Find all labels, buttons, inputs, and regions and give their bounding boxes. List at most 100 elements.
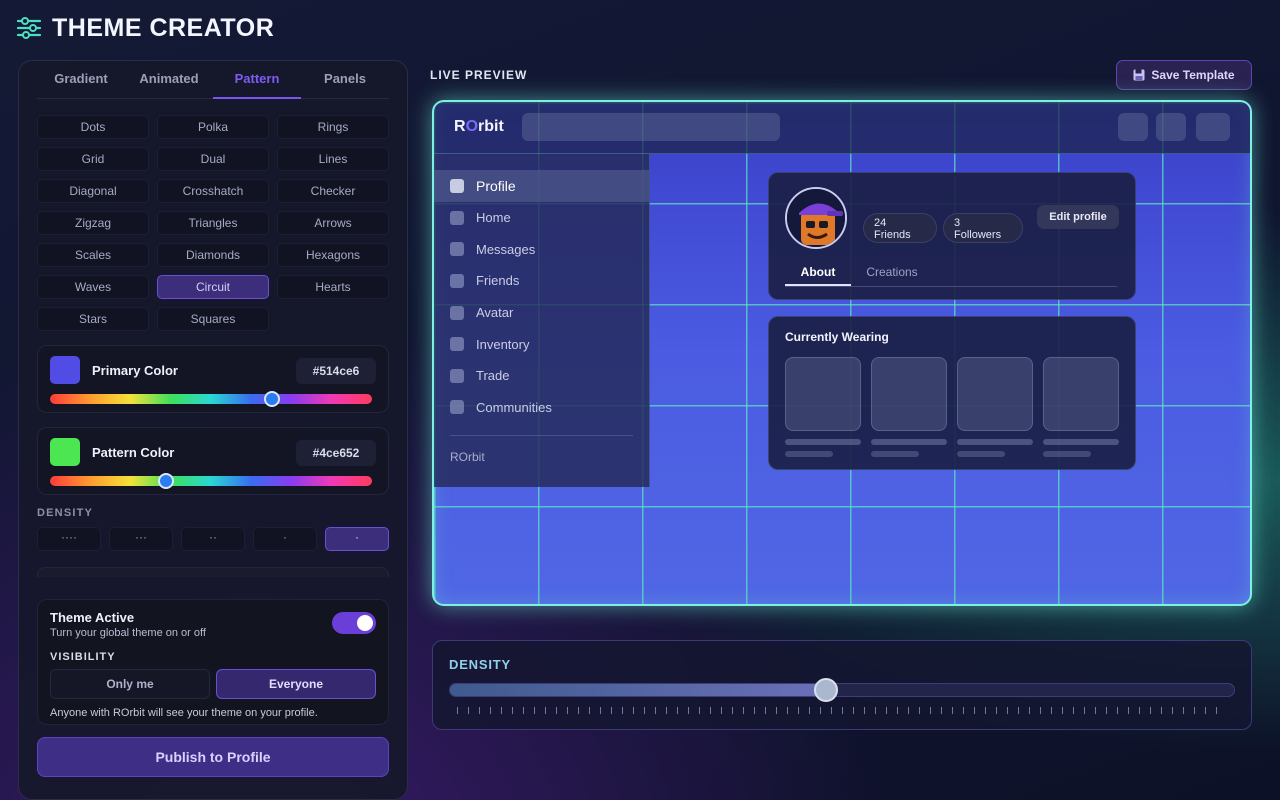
density-slider-label: DENSITY [449,657,511,672]
pattern-polka-button[interactable]: Polka [157,115,269,139]
pattern-color-hex-input[interactable]: #4ce652 [296,440,376,466]
tab-panels[interactable]: Panels [301,61,389,98]
preview-tab-creations: Creations [866,265,918,279]
density-option-5[interactable]: · [325,527,389,551]
pattern-checker-button[interactable]: Checker [277,179,389,203]
publish-to-profile-button[interactable]: Publish to Profile [37,737,389,777]
preview-sidebar-divider [450,435,633,437]
visibility-everyone-button[interactable]: Everyone [216,669,376,699]
theme-settings-panel: Gradient Animated Pattern Panels Dots Po… [18,60,408,800]
pattern-color-card: Pattern Color #4ce652 [37,427,389,495]
nav-icon [450,242,464,257]
pattern-color-swatch[interactable] [50,438,80,466]
primary-color-hex-input[interactable]: #514ce6 [296,358,376,384]
density-options: ···· ··· ·· · · [37,527,389,551]
visibility-label: VISIBILITY [50,651,116,663]
pattern-grid-button[interactable]: Grid [37,147,149,171]
preview-topbar-icon-2 [1156,113,1186,141]
preview-nav-communities: Communities [434,392,649,424]
pattern-hexagons-button[interactable]: Hexagons [277,243,389,267]
visibility-options: Only me Everyone [50,669,376,699]
preview-nav-trade: Trade [434,360,649,392]
density-option-4[interactable]: · [253,527,317,551]
primary-color-card: Primary Color #514ce6 [37,345,389,413]
primary-color-swatch[interactable] [50,356,80,384]
density-option-3[interactable]: ·· [181,527,245,551]
preview-topbar: ROrbit [434,102,1250,154]
density-slider-fill [450,684,827,696]
preview-topbar-icon-1 [1118,113,1148,141]
currently-wearing-title: Currently Wearing [785,330,889,344]
pattern-waves-button[interactable]: Waves [37,275,149,299]
avatar-character-icon [787,189,845,247]
tab-gradient[interactable]: Gradient [37,61,125,98]
pattern-hearts-button[interactable]: Hearts [277,275,389,299]
preview-nav-home: Home [434,202,649,234]
density-slider-thumb[interactable] [814,678,839,702]
tab-animated[interactable]: Animated [125,61,213,98]
followers-count-badge: 3 Followers [943,213,1023,243]
preview-profile-card: 24 Friends 3 Followers Edit profile About … [768,172,1136,300]
pattern-circuit-button[interactable]: Circuit [157,275,269,299]
density-slider-panel: DENSITY [432,640,1252,730]
density-option-1[interactable]: ···· [37,527,101,551]
friends-count-badge: 24 Friends [863,213,937,243]
preview-nav-messages: Messages [434,234,649,266]
preview-profile-tabs: About Creations [785,261,1117,287]
tab-bar: Gradient Animated Pattern Panels [37,61,389,99]
visibility-only-me-button[interactable]: Only me [50,669,210,699]
pattern-scales-button[interactable]: Scales [37,243,149,267]
pattern-hue-slider[interactable] [50,473,372,489]
pattern-squares-button[interactable]: Squares [157,307,269,331]
theme-active-title: Theme Active [50,610,135,625]
floppy-disk-icon [1133,69,1145,81]
tab-pattern[interactable]: Pattern [213,61,301,99]
preview-nav-avatar: Avatar [434,297,649,329]
app-title: THEME CREATOR [52,13,275,42]
live-preview: ROrbit Profile Home Messages Friends Ava… [432,100,1252,606]
preview-sidebar-footer: ROrbit [450,450,485,465]
app-header: THEME CREATOR [16,10,274,46]
pattern-diagonal-button[interactable]: Diagonal [37,179,149,203]
density-slider[interactable] [449,678,1235,702]
nav-icon [450,400,464,415]
primary-hue-slider[interactable] [50,391,372,407]
primary-hue-thumb[interactable] [264,391,281,407]
wearing-item [871,357,947,457]
live-preview-label: LIVE PREVIEW [430,68,528,82]
collapsed-section [37,567,389,577]
preview-currently-wearing-card: Currently Wearing [768,316,1136,470]
edit-profile-button: Edit profile [1037,205,1119,229]
pattern-crosshatch-button[interactable]: Crosshatch [157,179,269,203]
preview-nav-inventory: Inventory [434,328,649,360]
preview-sidebar: Profile Home Messages Friends Avatar Inv… [434,154,650,487]
preview-topbar-icon-3 [1196,113,1230,141]
pattern-dots-button[interactable]: Dots [37,115,149,139]
avatar [785,187,847,249]
sliders-icon [16,17,42,39]
pattern-diamonds-button[interactable]: Diamonds [157,243,269,267]
nav-icon [450,273,464,288]
pattern-color-label: Pattern Color [92,445,175,460]
save-template-button[interactable]: Save Template [1116,60,1252,90]
preview-search-bar [522,113,780,141]
nav-icon [450,337,464,352]
theme-active-toggle[interactable] [332,612,376,634]
pattern-lines-button[interactable]: Lines [277,147,389,171]
pattern-hue-thumb[interactable] [157,473,174,489]
preview-logo: ROrbit [454,118,504,135]
pattern-zigzag-button[interactable]: Zigzag [37,211,149,235]
pattern-arrows-button[interactable]: Arrows [277,211,389,235]
pattern-rings-button[interactable]: Rings [277,115,389,139]
preview-tab-about: About [785,261,851,286]
nav-icon [450,305,464,320]
preview-nav-profile: Profile [434,170,649,202]
save-template-label: Save Template [1151,68,1235,82]
pattern-dual-button[interactable]: Dual [157,147,269,171]
pattern-triangles-button[interactable]: Triangles [157,211,269,235]
density-option-2[interactable]: ··· [109,527,173,551]
wearing-item [957,357,1033,457]
visibility-note: Anyone with ROrbit will see your theme o… [50,707,318,719]
theme-active-subtitle: Turn your global theme on or off [50,627,206,639]
pattern-stars-button[interactable]: Stars [37,307,149,331]
